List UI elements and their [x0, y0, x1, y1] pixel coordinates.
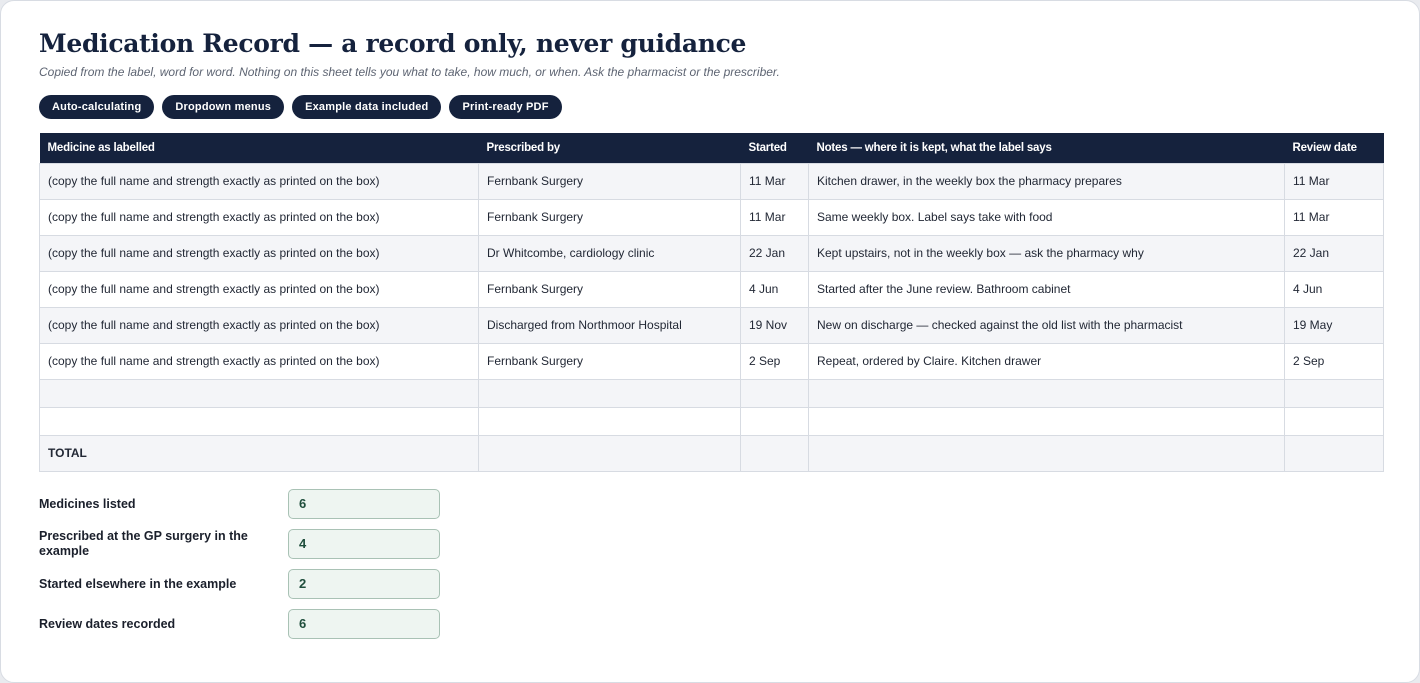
cell-notes[interactable]: Kitchen drawer, in the weekly box the ph…	[808, 162, 1285, 200]
cell-medicine[interactable]: (copy the full name and strength exactly…	[39, 162, 479, 200]
cell-prescribed-by[interactable]: Fernbank Surgery	[478, 162, 741, 200]
col-header-medicine: Medicine as labelled	[39, 133, 479, 163]
cell-started[interactable]: 19 Nov	[740, 306, 809, 344]
cell-notes[interactable]: Started after the June review. Bathroom …	[808, 270, 1285, 308]
cell-medicine[interactable]: (copy the full name and strength exactly…	[39, 270, 479, 308]
table-row: (copy the full name and strength exactly…	[39, 342, 1384, 380]
summary-row-gp-surgery: Prescribed at the GP surgery in the exam…	[39, 529, 440, 559]
cell-notes[interactable]	[808, 406, 1285, 436]
summary-row-review-dates: Review dates recorded 6	[39, 609, 440, 639]
chip-dropdown-menus[interactable]: Dropdown menus	[162, 95, 285, 119]
summary-value-field: 6	[288, 489, 440, 519]
summary-label: Medicines listed	[39, 496, 136, 511]
cell-prescribed-by[interactable]	[478, 406, 741, 436]
total-cell	[478, 434, 741, 472]
cell-medicine[interactable]: (copy the full name and strength exactly…	[39, 342, 479, 380]
table-row: (copy the full name and strength exactly…	[39, 162, 1384, 200]
summary-row-started-elsewhere: Started elsewhere in the example 2	[39, 569, 440, 599]
chip-example-data[interactable]: Example data included	[292, 95, 442, 119]
summary-value-field: 6	[288, 609, 440, 639]
cell-review-date[interactable]: 11 Mar	[1284, 198, 1384, 236]
table-total-row: TOTAL	[39, 434, 1384, 472]
cell-notes[interactable]: New on discharge — checked against the o…	[808, 306, 1285, 344]
medication-table: Medicine as labelled Prescribed by Start…	[39, 133, 1384, 472]
cell-notes[interactable]: Kept upstairs, not in the weekly box — a…	[808, 234, 1285, 272]
medication-record-sheet: Medication Record — a record only, never…	[0, 0, 1420, 683]
col-header-prescribed-by: Prescribed by	[478, 133, 741, 163]
cell-medicine[interactable]: (copy the full name and strength exactly…	[39, 306, 479, 344]
cell-prescribed-by[interactable]: Discharged from Northmoor Hospital	[478, 306, 741, 344]
cell-started[interactable]	[740, 378, 809, 408]
cell-review-date[interactable]: 22 Jan	[1284, 234, 1384, 272]
table-row: (copy the full name and strength exactly…	[39, 198, 1384, 236]
cell-started[interactable]: 11 Mar	[740, 198, 809, 236]
table-header-row: Medicine as labelled Prescribed by Start…	[39, 133, 1384, 163]
col-header-started: Started	[740, 133, 809, 163]
chip-auto-calculating[interactable]: Auto-calculating	[39, 95, 155, 119]
table-row: (copy the full name and strength exactly…	[39, 270, 1384, 308]
summary-value-field: 2	[288, 569, 440, 599]
total-cell	[808, 434, 1285, 472]
total-label: TOTAL	[39, 434, 479, 472]
cell-medicine[interactable]	[39, 378, 479, 408]
table-row: (copy the full name and strength exactly…	[39, 234, 1384, 272]
cell-review-date[interactable]: 4 Jun	[1284, 270, 1384, 308]
cell-prescribed-by[interactable]: Fernbank Surgery	[478, 270, 741, 308]
page-title: Medication Record — a record only, never…	[39, 29, 747, 58]
total-cell	[740, 434, 809, 472]
summary-row-medicines-listed: Medicines listed 6	[39, 489, 440, 519]
cell-review-date[interactable]: 11 Mar	[1284, 162, 1384, 200]
cell-notes[interactable]	[808, 378, 1285, 408]
chip-print-ready-pdf[interactable]: Print-ready PDF	[449, 95, 562, 119]
cell-notes[interactable]: Same weekly box. Label says take with fo…	[808, 198, 1285, 236]
page-subtitle: Copied from the label, word for word. No…	[39, 65, 780, 79]
cell-prescribed-by[interactable]	[478, 378, 741, 408]
summary-label: Prescribed at the GP surgery in the exam…	[39, 529, 248, 558]
summary-label: Review dates recorded	[39, 616, 176, 631]
cell-medicine[interactable]: (copy the full name and strength exactly…	[39, 234, 479, 272]
cell-review-date[interactable]	[1284, 378, 1384, 408]
table-row: (copy the full name and strength exactly…	[39, 306, 1384, 344]
cell-medicine[interactable]: (copy the full name and strength exactly…	[39, 198, 479, 236]
cell-review-date[interactable]: 2 Sep	[1284, 342, 1384, 380]
cell-notes[interactable]: Repeat, ordered by Claire. Kitchen drawe…	[808, 342, 1285, 380]
cell-prescribed-by[interactable]: Fernbank Surgery	[478, 342, 741, 380]
summary-value-field: 4	[288, 529, 440, 559]
feature-chips: Auto-calculating Dropdown menus Example …	[39, 95, 562, 119]
total-cell	[1284, 434, 1384, 472]
cell-prescribed-by[interactable]: Dr Whitcombe, cardiology clinic	[478, 234, 741, 272]
summary-panel: Medicines listed 6 Prescribed at the GP …	[39, 489, 440, 649]
cell-started[interactable]: 2 Sep	[740, 342, 809, 380]
table-row-empty	[39, 378, 1384, 408]
summary-label: Started elsewhere in the example	[39, 576, 237, 591]
cell-prescribed-by[interactable]: Fernbank Surgery	[478, 198, 741, 236]
cell-started[interactable]: 22 Jan	[740, 234, 809, 272]
cell-medicine[interactable]	[39, 406, 479, 436]
table-row-empty	[39, 406, 1384, 436]
cell-started[interactable]: 4 Jun	[740, 270, 809, 308]
cell-review-date[interactable]: 19 May	[1284, 306, 1384, 344]
cell-started[interactable]	[740, 406, 809, 436]
col-header-review-date: Review date	[1284, 133, 1384, 163]
col-header-notes: Notes — where it is kept, what the label…	[808, 133, 1285, 163]
cell-review-date[interactable]	[1284, 406, 1384, 436]
cell-started[interactable]: 11 Mar	[740, 162, 809, 200]
